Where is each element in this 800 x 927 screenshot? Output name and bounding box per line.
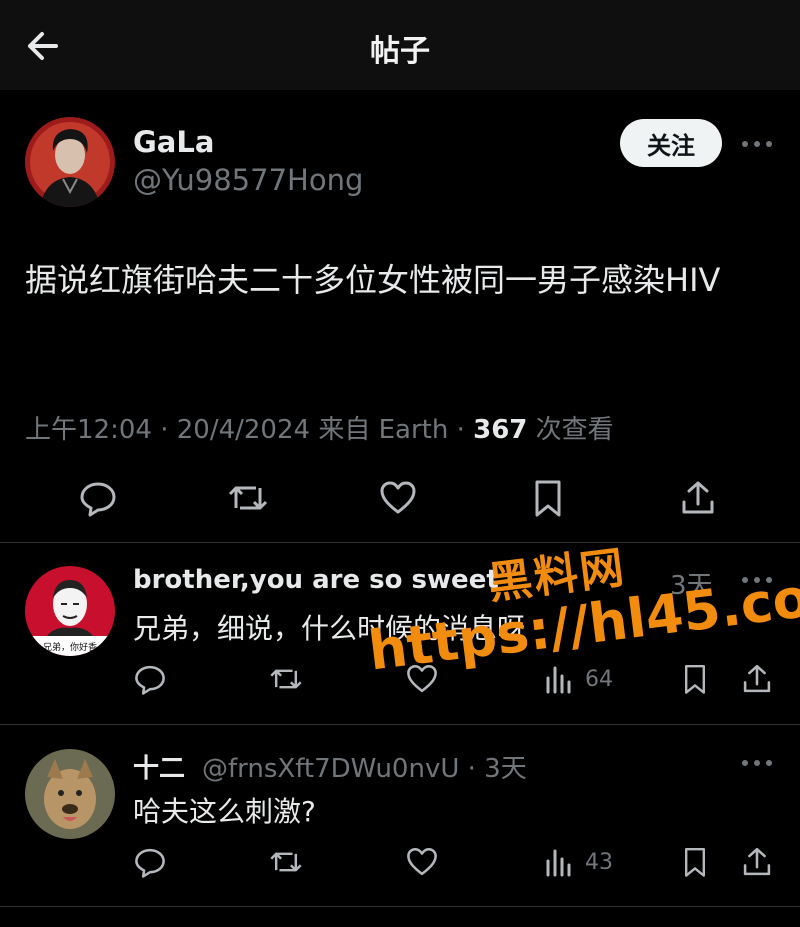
share-button[interactable] bbox=[673, 473, 723, 523]
views-button[interactable] bbox=[537, 657, 581, 701]
views-count: 367 bbox=[473, 415, 528, 445]
meta-separator: · bbox=[459, 754, 485, 784]
retweet-button[interactable] bbox=[264, 657, 308, 701]
like-button[interactable] bbox=[373, 473, 423, 523]
reply-avatar[interactable] bbox=[25, 749, 115, 839]
avatar-image bbox=[25, 749, 115, 839]
views-count: 43 bbox=[585, 850, 613, 875]
views-button[interactable] bbox=[537, 840, 581, 884]
reply-time: 3天 bbox=[484, 754, 527, 784]
retweet-icon bbox=[228, 486, 268, 510]
comment-icon bbox=[80, 482, 116, 517]
meta-separator: · bbox=[448, 415, 474, 445]
views-count: 64 bbox=[585, 667, 613, 692]
post-date: 20/4/2024 bbox=[176, 415, 311, 445]
share-button[interactable] bbox=[735, 657, 779, 701]
bookmark-icon bbox=[535, 480, 561, 517]
author-avatar[interactable] bbox=[25, 117, 115, 207]
chart-icon bbox=[546, 849, 571, 877]
divider bbox=[0, 542, 800, 543]
reply-button[interactable] bbox=[128, 840, 172, 884]
bookmark-button[interactable] bbox=[523, 473, 573, 523]
handle-text: @frnsXft7DWu0nvU bbox=[202, 754, 460, 784]
post-time: 上午12:04 bbox=[25, 415, 152, 445]
post-source: 来自 Earth bbox=[318, 415, 449, 445]
bookmark-button[interactable] bbox=[673, 657, 717, 701]
avatar-image bbox=[25, 117, 115, 207]
retweet-icon bbox=[270, 852, 302, 872]
meta-separator: · bbox=[151, 415, 177, 445]
reply-avatar[interactable]: 兄弟，你好香 bbox=[25, 566, 115, 656]
more-icon bbox=[742, 760, 772, 766]
chart-icon bbox=[546, 666, 571, 694]
reply-button[interactable] bbox=[73, 473, 123, 523]
more-options-button[interactable] bbox=[740, 132, 774, 156]
bookmark-icon bbox=[685, 848, 705, 877]
post-meta: 上午12:04 · 20/4/2024 来自 Earth · 367 次查看 bbox=[25, 409, 614, 446]
comment-icon bbox=[135, 848, 165, 878]
retweet-icon bbox=[270, 669, 302, 689]
comment-icon bbox=[135, 665, 165, 695]
avatar-image: 兄弟，你好香 bbox=[25, 566, 115, 656]
heart-icon bbox=[407, 847, 437, 876]
post-text: 据说红旗街哈夫二十多位女性被同一男子感染HIV bbox=[25, 261, 721, 299]
share-icon bbox=[682, 481, 714, 514]
reply-button[interactable] bbox=[128, 657, 172, 701]
divider bbox=[0, 906, 800, 907]
reply-author-handle[interactable]: @frnsXft7DWu0nvU · 3天 bbox=[202, 748, 527, 785]
avatar-caption: 兄弟，你好香 bbox=[43, 641, 97, 653]
more-icon bbox=[742, 141, 772, 147]
page-title: 帖子 bbox=[370, 34, 430, 69]
share-icon bbox=[743, 847, 771, 876]
top-bar: 帖子 bbox=[0, 0, 800, 90]
bookmark-icon bbox=[685, 665, 705, 694]
author-name[interactable]: GaLa bbox=[133, 125, 214, 159]
like-button[interactable] bbox=[400, 840, 444, 884]
follow-button[interactable]: 关注 bbox=[620, 119, 722, 167]
share-button[interactable] bbox=[735, 840, 779, 884]
bookmark-button[interactable] bbox=[673, 840, 717, 884]
views-label: 次查看 bbox=[535, 415, 614, 445]
reply-text: 哈夫这么刺激? bbox=[133, 795, 316, 828]
heart-icon bbox=[380, 481, 416, 514]
divider bbox=[0, 724, 800, 725]
reply-more-button[interactable] bbox=[740, 751, 774, 775]
reply-author-name[interactable]: brother,you are so sweet bbox=[133, 565, 499, 595]
author-handle[interactable]: @Yu98577Hong bbox=[133, 163, 363, 197]
share-icon bbox=[743, 664, 771, 693]
retweet-button[interactable] bbox=[264, 840, 308, 884]
reply-author-name[interactable]: 十二 bbox=[133, 748, 185, 785]
retweet-button[interactable] bbox=[223, 473, 273, 523]
